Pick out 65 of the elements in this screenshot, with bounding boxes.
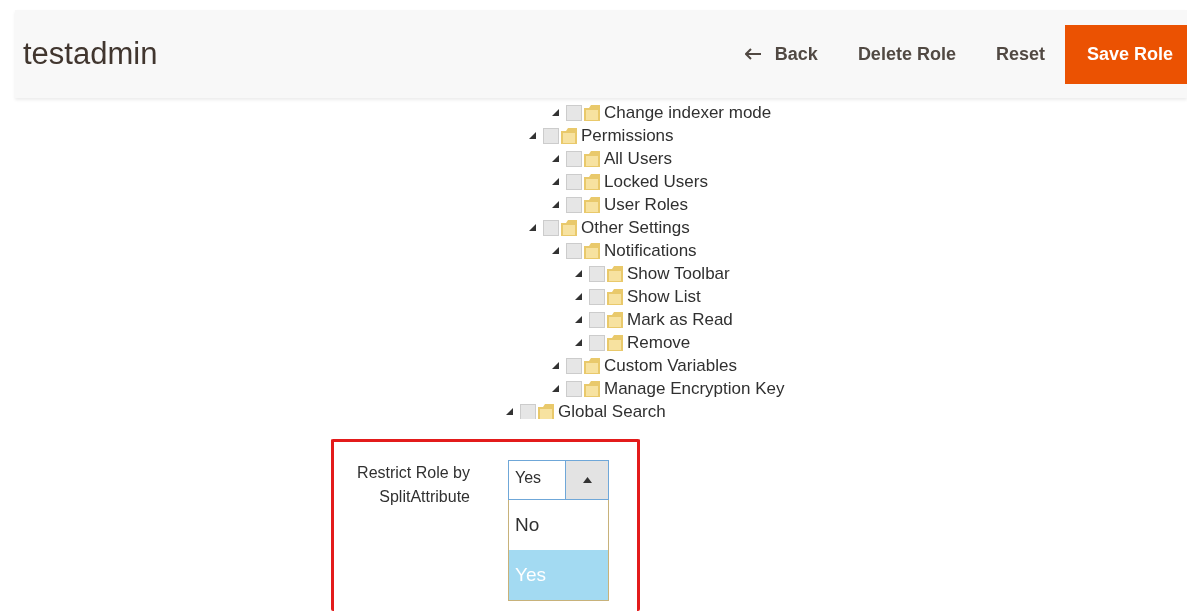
arrow-left-icon bbox=[744, 48, 761, 60]
expand-arrow-icon[interactable] bbox=[506, 408, 513, 415]
tree-item-label[interactable]: Mark as Read bbox=[627, 309, 733, 330]
checkbox[interactable] bbox=[566, 150, 582, 167]
tree-item-label[interactable]: Notifications bbox=[604, 240, 697, 261]
folder-icon bbox=[584, 357, 600, 374]
checkbox[interactable] bbox=[543, 127, 559, 144]
action-button[interactable]: Reset bbox=[975, 43, 1065, 65]
action-button[interactable]: Delete Role bbox=[837, 43, 976, 65]
expand-arrow-icon[interactable] bbox=[552, 362, 559, 369]
field-label: Restrict Role by SplitAttribute bbox=[356, 463, 470, 507]
expand-arrow-icon[interactable] bbox=[552, 109, 559, 116]
back-button[interactable]: Back bbox=[724, 43, 838, 65]
checkbox[interactable] bbox=[520, 403, 536, 419]
caret-up-icon bbox=[582, 477, 592, 483]
folder-icon bbox=[561, 219, 577, 236]
expand-arrow-icon[interactable] bbox=[575, 293, 582, 300]
tree-item-label[interactable]: Show Toolbar bbox=[627, 263, 730, 284]
folder-icon bbox=[607, 265, 623, 282]
expand-arrow-icon[interactable] bbox=[552, 155, 559, 162]
expand-arrow-icon[interactable] bbox=[552, 385, 559, 392]
tree-item-label[interactable]: Change indexer mode bbox=[604, 102, 772, 123]
expand-arrow-icon[interactable] bbox=[552, 201, 559, 208]
expand-arrow-icon[interactable] bbox=[575, 339, 582, 346]
checkbox[interactable] bbox=[566, 357, 582, 374]
folder-icon bbox=[538, 403, 554, 419]
folder-icon bbox=[607, 311, 623, 328]
expand-arrow-icon[interactable] bbox=[529, 132, 536, 139]
tree-item-label[interactable]: User Roles bbox=[604, 194, 689, 215]
tree-item-label[interactable]: Other Settings bbox=[581, 217, 690, 238]
checkbox[interactable] bbox=[566, 380, 582, 397]
checkbox[interactable] bbox=[566, 196, 582, 213]
expand-arrow-icon[interactable] bbox=[552, 178, 559, 185]
select-field[interactable]: Yes bbox=[508, 460, 609, 500]
page-title: testadmin bbox=[23, 36, 159, 72]
expand-arrow-icon[interactable] bbox=[529, 224, 536, 231]
checkbox[interactable] bbox=[566, 104, 582, 121]
checkbox[interactable] bbox=[589, 265, 605, 282]
folder-icon bbox=[584, 173, 600, 190]
checkbox[interactable] bbox=[589, 288, 605, 305]
checkbox[interactable] bbox=[566, 173, 582, 190]
folder-icon bbox=[607, 334, 623, 351]
expand-arrow-icon[interactable] bbox=[575, 270, 582, 277]
tree-item-label[interactable]: Permissions bbox=[581, 125, 674, 146]
folder-icon bbox=[584, 242, 600, 259]
folder-icon bbox=[561, 127, 577, 144]
checkbox[interactable] bbox=[543, 219, 559, 236]
tree-item-label[interactable]: Locked Users bbox=[604, 171, 708, 192]
folder-icon bbox=[584, 196, 600, 213]
tree-item-label[interactable]: All Users bbox=[604, 148, 672, 169]
folder-icon bbox=[584, 150, 600, 167]
folder-icon bbox=[584, 104, 600, 121]
checkbox[interactable] bbox=[589, 311, 605, 328]
tree-item-label[interactable]: Global Search bbox=[558, 401, 666, 419]
expand-arrow-icon[interactable] bbox=[575, 316, 582, 323]
tree-item-label[interactable]: Custom Variables bbox=[604, 355, 737, 376]
tree-item-label[interactable]: Manage Encryption Key bbox=[604, 378, 785, 399]
expand-arrow-icon[interactable] bbox=[552, 247, 559, 254]
checkbox[interactable] bbox=[566, 242, 582, 259]
checkbox[interactable] bbox=[589, 334, 605, 351]
tree-item-label[interactable]: Show List bbox=[627, 286, 701, 307]
folder-icon bbox=[584, 380, 600, 397]
tree-item-label[interactable]: Remove bbox=[627, 332, 691, 353]
folder-icon bbox=[607, 288, 623, 305]
save-button[interactable]: Save Role bbox=[1064, 24, 1187, 84]
